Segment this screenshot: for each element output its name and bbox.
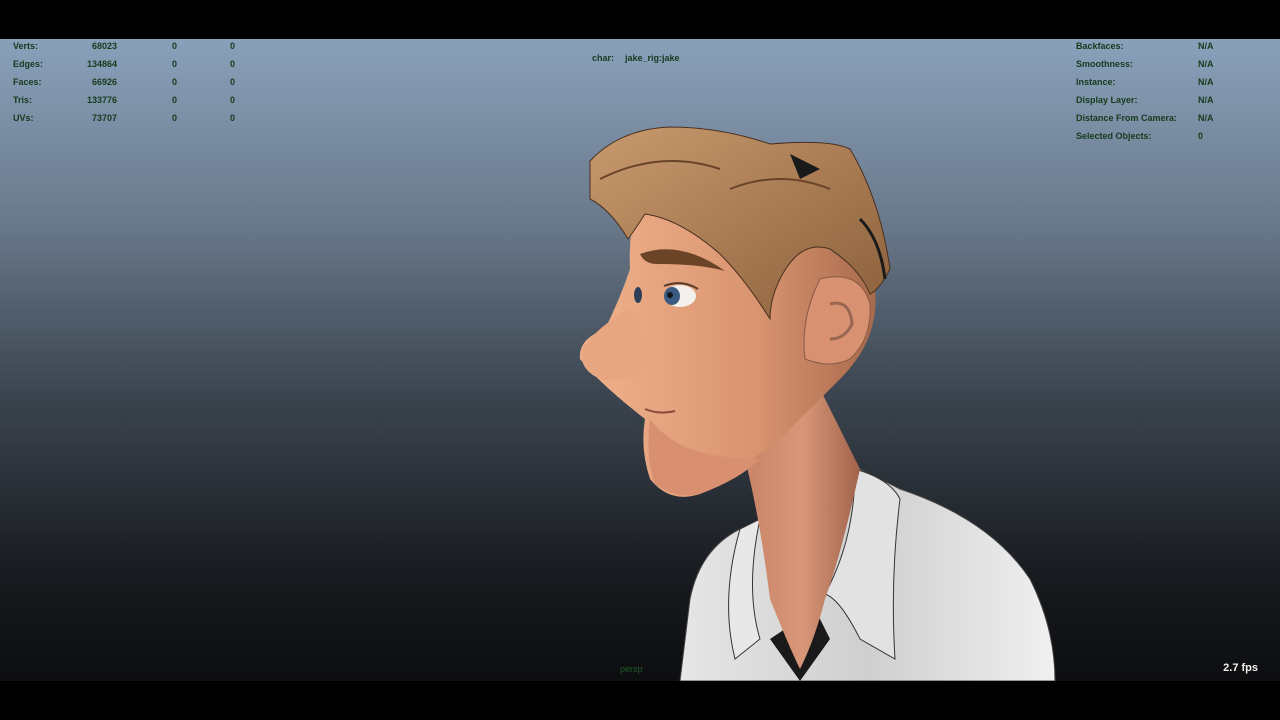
camera-name-label: persp [620, 664, 643, 674]
letterbox-bottom [0, 681, 1280, 720]
character-model[interactable] [0, 39, 1280, 681]
letterbox-top [0, 0, 1280, 39]
maya-viewport[interactable]: Verts: 68023 0 0 Edges: 134864 0 0 Faces… [0, 39, 1280, 681]
fps-counter: 2.7 fps [1223, 662, 1258, 674]
